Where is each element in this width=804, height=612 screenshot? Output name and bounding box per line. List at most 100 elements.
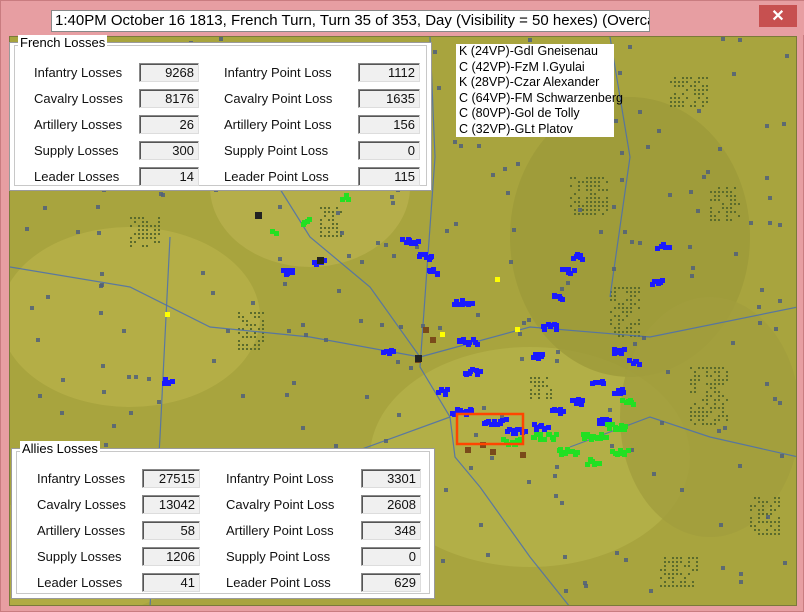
leader-entry[interactable]: C (64VP)-FM Schwarzenberg xyxy=(456,90,623,106)
forest-dot xyxy=(672,561,674,563)
allies-leader-losses-value: 41 xyxy=(142,573,200,592)
forest-dot xyxy=(142,225,144,227)
forest-dot xyxy=(154,229,156,231)
settlement-marker xyxy=(134,375,138,379)
settlement-marker xyxy=(723,426,727,430)
forest-dot xyxy=(546,377,548,379)
forest-dot xyxy=(142,229,144,231)
close-button[interactable]: ✕ xyxy=(759,5,797,27)
forest-dot xyxy=(682,77,684,79)
forest-dot xyxy=(158,221,160,223)
forest-dot xyxy=(672,581,674,583)
forest-dot xyxy=(618,327,620,329)
forest-dot xyxy=(246,332,248,334)
settlement-marker xyxy=(104,443,108,447)
forest-dot xyxy=(590,185,592,187)
forest-dot xyxy=(598,209,600,211)
forest-dot xyxy=(766,533,768,535)
forest-dot xyxy=(672,573,674,575)
forest-dot xyxy=(626,307,628,309)
forest-dot xyxy=(328,227,330,229)
forest-dot xyxy=(328,235,330,237)
forest-dot xyxy=(328,219,330,221)
settlement-marker xyxy=(638,241,642,245)
leader-entry[interactable]: K (24VP)-GdI Gneisenau xyxy=(456,44,614,60)
forest-dot xyxy=(332,211,334,213)
forest-dot xyxy=(130,245,132,247)
forest-dot xyxy=(698,77,700,79)
leader-entry[interactable]: K (28VP)-Czar Alexander xyxy=(456,75,614,91)
forest-dot xyxy=(242,336,244,338)
leader-entry[interactable]: C (80VP)-Gol de Tolly xyxy=(456,106,614,122)
forest-dot xyxy=(758,497,760,499)
forest-dot xyxy=(684,581,686,583)
objective-marker xyxy=(495,277,500,282)
forest-dot xyxy=(710,387,712,389)
forest-dot xyxy=(626,331,628,333)
forest-dot xyxy=(622,287,624,289)
forest-dot xyxy=(262,340,264,342)
forest-dot xyxy=(614,331,616,333)
forest-dot xyxy=(578,181,580,183)
forest-dot xyxy=(146,229,148,231)
leader-entry[interactable]: C (32VP)-GLt Platov xyxy=(456,121,614,137)
forest-dot xyxy=(142,237,144,239)
settlement-marker xyxy=(241,394,245,398)
forest-dot xyxy=(328,231,330,233)
objective-marker xyxy=(440,332,445,337)
forest-dot xyxy=(672,569,674,571)
forest-dot xyxy=(686,97,688,99)
forest-dot xyxy=(630,311,632,313)
settlement-marker xyxy=(689,190,693,194)
forest-dot xyxy=(722,203,724,205)
forest-dot xyxy=(690,419,692,421)
french-losses-title: French Losses xyxy=(18,35,108,50)
forest-dot xyxy=(574,213,576,215)
forest-dot xyxy=(726,191,728,193)
forest-dot xyxy=(668,585,670,587)
settlement-marker xyxy=(482,406,486,410)
forest-dot xyxy=(534,385,536,387)
title-bar: 1:40PM October 16 1813, French Turn, Tur… xyxy=(1,1,804,35)
forest-dot xyxy=(762,505,764,507)
forest-dot xyxy=(150,225,152,227)
settlement-marker xyxy=(765,382,769,386)
forest-dot xyxy=(340,235,342,237)
settlement-marker xyxy=(292,381,296,385)
forest-dot xyxy=(690,391,692,393)
settlement-marker xyxy=(100,272,104,276)
forest-dot xyxy=(674,81,676,83)
forest-dot xyxy=(694,415,696,417)
settlement-marker xyxy=(509,260,513,264)
forest-dot xyxy=(774,501,776,503)
forest-dot xyxy=(698,407,700,409)
forest-dot xyxy=(714,199,716,201)
settlement-marker xyxy=(652,472,656,476)
stat-label: Artillery Losses xyxy=(34,116,123,132)
french-unit xyxy=(660,278,665,283)
settlement-marker xyxy=(633,342,637,346)
stat-label: Infantry Point Loss xyxy=(224,64,332,80)
forest-dot xyxy=(668,573,670,575)
french-supply-row: Supply Losses xyxy=(34,140,119,160)
forest-dot xyxy=(718,399,720,401)
forest-dot xyxy=(710,211,712,213)
forest-dot xyxy=(770,513,772,515)
forest-dot xyxy=(706,97,708,99)
leader-entry[interactable]: C (42VP)-FzM I.Gyulai xyxy=(456,59,614,75)
forest-dot xyxy=(702,77,704,79)
stat-label: Artillery Losses xyxy=(37,522,126,538)
forest-dot xyxy=(618,335,620,337)
allied-unit xyxy=(626,448,631,453)
forest-dot xyxy=(702,85,704,87)
forest-dot xyxy=(706,367,708,369)
forest-dot xyxy=(254,344,256,346)
forest-dot xyxy=(250,312,252,314)
forest-dot xyxy=(638,307,640,309)
stat-label: Leader Losses xyxy=(37,574,123,590)
forest-dot xyxy=(674,105,676,107)
forest-dot xyxy=(586,189,588,191)
settlement-marker xyxy=(739,572,743,576)
forest-dot xyxy=(332,227,334,229)
french-unit xyxy=(290,268,295,273)
